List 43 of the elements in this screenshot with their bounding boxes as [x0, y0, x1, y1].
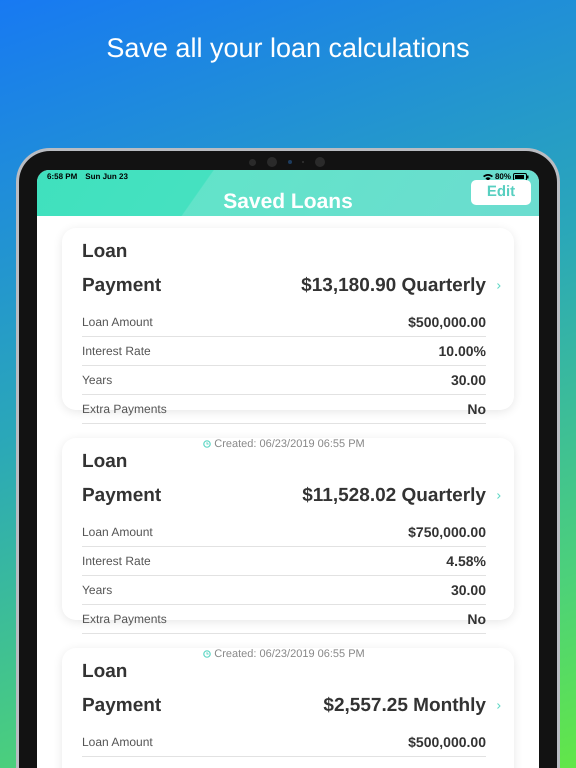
row-value: $750,000.00: [408, 522, 486, 542]
camera-icon: [249, 157, 325, 167]
chevron-icon: [497, 283, 501, 289]
payment-amount: $11,528.02 Quarterly: [302, 484, 486, 508]
wifi-icon: [482, 173, 493, 181]
payment-label: Payment: [82, 694, 162, 718]
battery-percent: 80%: [494, 171, 511, 183]
headline: Save all your loan calculations: [106, 32, 470, 65]
row-label: Loan Amount: [82, 314, 153, 331]
loan-title: Loan: [82, 660, 128, 684]
row-label: Years: [82, 372, 112, 389]
row-value: 4.58%: [446, 552, 486, 570]
payment-label: Payment: [82, 274, 162, 298]
status-date: Sun Jun 23: [85, 171, 128, 183]
row-value: 10.00%: [438, 342, 486, 360]
row-label: Interest Rate: [82, 343, 151, 360]
row-value: $500,000.00: [408, 312, 486, 332]
clock-icon: [203, 440, 212, 448]
row-label: Extra Payments: [82, 401, 167, 418]
row-label: Loan Amount: [82, 734, 153, 751]
battery-icon: [513, 173, 529, 181]
clock-icon: [203, 650, 212, 658]
loan-title: Loan: [82, 240, 128, 264]
row-value: No: [467, 610, 486, 628]
status-time: 6:58 PM: [47, 171, 78, 183]
row-label: Years: [82, 582, 112, 599]
chevron-icon: [497, 493, 501, 499]
chevron-icon: [497, 703, 501, 709]
loan-title: Loan: [82, 450, 128, 474]
row-label: Interest Rate: [82, 553, 151, 570]
payment-amount: $13,180.90 Quarterly: [301, 274, 486, 298]
row-value: 30.00: [450, 370, 486, 390]
row-label: Loan Amount: [82, 524, 153, 541]
row-label: Extra Payments: [82, 611, 167, 628]
created-date: Created: 06/23/2019 06:55 PM: [214, 648, 365, 660]
edit-button[interactable]: Edit: [471, 180, 531, 205]
row-value: No: [467, 400, 486, 418]
row-value: $500,000.00: [408, 732, 486, 752]
payment-amount: $2,557.25 Monthly: [323, 694, 486, 718]
screen-title: Saved Loans: [223, 189, 353, 215]
created-date: Created: 06/23/2019 06:55 PM: [214, 438, 365, 450]
row-value: 30.00: [450, 580, 486, 600]
payment-label: Payment: [82, 484, 162, 508]
